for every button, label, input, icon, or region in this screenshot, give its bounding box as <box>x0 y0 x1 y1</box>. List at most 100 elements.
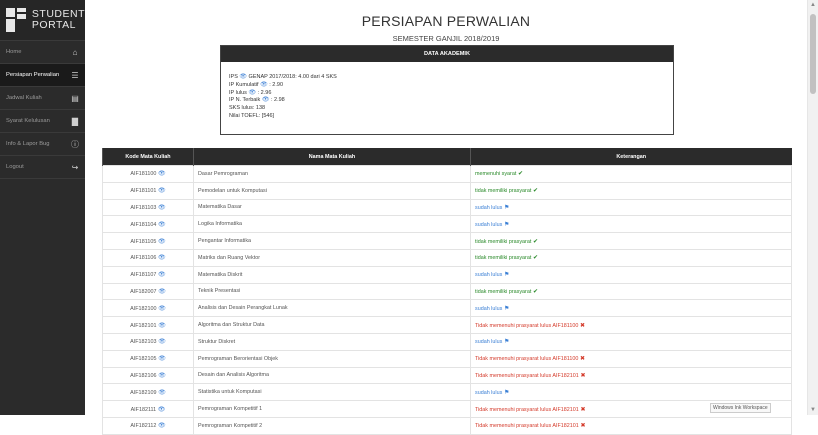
kode-text: AIF182007 <box>130 288 157 295</box>
kode-cell: AIF182109 👁 <box>102 383 194 402</box>
keterangan-text: memenuhi syarat <box>475 171 517 178</box>
keterangan-text: sudah lulus <box>475 389 503 396</box>
eye-icon[interactable]: 👁 <box>262 97 270 103</box>
cross-icon: ✖ <box>578 406 586 413</box>
kode-cell: AIF181103 👁 <box>102 198 194 217</box>
keterangan-text: Tidak memenuhi prasyarat lulus AIF181100 <box>475 322 579 329</box>
keterangan-cell: tidak memiliki prasyarat ✔ <box>470 282 792 301</box>
data-akademik-body: IPS 👁 GENAP 2017/2018: 4.00 dari 4 SKS I… <box>221 62 673 121</box>
eye-icon[interactable]: 👁 <box>260 82 268 88</box>
cross-icon: ✖ <box>578 372 586 379</box>
eye-icon[interactable]: 👁 <box>156 272 166 278</box>
cross-icon: ✖ <box>578 322 586 329</box>
eye-icon[interactable]: 👁 <box>157 323 166 329</box>
eye-icon[interactable]: 👁 <box>157 373 166 379</box>
ipk-label: IP Kumulatif <box>229 81 259 88</box>
eye-icon[interactable]: 👁 <box>157 390 166 396</box>
table-row: AIF181107 👁 Matematika Diskrit sudah lulus… <box>102 265 792 284</box>
scroll-thumb[interactable] <box>810 14 816 94</box>
eye-icon[interactable]: 👁 <box>157 356 166 362</box>
ips-label: IPS <box>229 74 238 80</box>
ipn-line: IP N. Terbaik 👁 : 2.98 <box>229 97 673 105</box>
sidebar-item-home[interactable]: Home ⌂ <box>0 41 85 64</box>
ipk-line: IP Kumulatif 👁 : 2.90 <box>229 82 673 90</box>
keterangan-text: Tidak memenuhi prasyarat lulus AIF182101 <box>475 372 579 379</box>
logo[interactable]: STUDENT PORTAL <box>0 0 85 41</box>
nama-cell: Pemrograman Kompetitif 2 <box>193 416 471 435</box>
keterangan-cell: sudah lulus ⚑ <box>470 299 792 318</box>
ipl-value: : 2.96 <box>257 89 272 96</box>
eye-icon[interactable]: 👁 <box>156 407 166 413</box>
eye-icon[interactable]: 👁 <box>156 423 166 429</box>
eye-icon[interactable]: 👁 <box>156 239 166 245</box>
sidebar-item-persiapan-perwalian[interactable]: Persiapan Perwalian ☰ <box>0 64 85 87</box>
book-icon: ▇ <box>71 116 79 126</box>
eye-icon[interactable]: 👁 <box>248 90 256 96</box>
keterangan-cell: tidak memiliki prasyarat ✔ <box>470 232 792 250</box>
list-icon: ☰ <box>71 70 79 80</box>
logo-text: STUDENT PORTAL <box>32 9 85 31</box>
table-row: AIF181106 👁 Matriks dan Ruang Vektor tidak… <box>102 248 792 267</box>
table-row: AIF181103 👁 Matematika Dasar sudah lulus ⚑ <box>102 198 792 217</box>
nama-cell: Analisis dan Desain Perangkat Lunak <box>193 299 471 318</box>
nama-cell: Teknik Presentasi <box>193 282 471 301</box>
kode-cell: AIF182112 👁 <box>102 416 194 435</box>
nama-cell: Dasar Pemrograman <box>193 165 471 183</box>
eye-icon[interactable]: 👁 <box>157 289 166 295</box>
ipn-label: IP N. Terbaik <box>229 97 261 104</box>
keterangan-cell: sudah lulus ⚑ <box>470 198 792 217</box>
kode-cell: AIF181104 👁 <box>102 215 194 234</box>
eye-icon[interactable]: 👁 <box>156 171 166 177</box>
scroll-down-icon[interactable]: ▼ <box>810 407 816 413</box>
data-akademik-panel: DATA AKADEMIK IPS 👁 GENAP 2017/2018: 4.0… <box>220 45 674 135</box>
kode-text: AIF181105 <box>130 238 157 245</box>
eye-icon[interactable]: 👁 <box>157 339 166 345</box>
kode-text: AIF181100 <box>130 171 157 178</box>
check-icon: ✔ <box>531 188 539 195</box>
sidebar-item-syarat-kelulusan[interactable]: Syarat Kelulusan ▇ <box>0 110 85 133</box>
sidebar-item-label: Logout <box>6 164 24 170</box>
keterangan-cell: tidak memiliki prasyarat ✔ <box>470 181 792 200</box>
nama-cell: Pengantar Informatika <box>193 232 471 250</box>
kode-text: AIF182103 <box>130 339 157 346</box>
keterangan-cell: Tidak memenuhi prasyarat lulus AIF181100… <box>470 316 792 334</box>
eye-icon[interactable]: 👁 <box>239 74 247 80</box>
kode-cell: AIF181105 👁 <box>102 232 194 250</box>
eye-icon[interactable]: 👁 <box>156 222 166 228</box>
kode-cell: AIF181100 👁 <box>102 165 194 183</box>
sidebar-item-logout[interactable]: Logout ↪ <box>0 156 85 179</box>
flag-icon: ⚑ <box>502 389 510 396</box>
windows-ink-tooltip: Windows Ink Workspace <box>710 403 771 413</box>
kode-text: AIF181104 <box>130 221 157 228</box>
sidebar-menu: Home ⌂ Persiapan Perwalian ☰ Jadwal Kuliah ▤ S… <box>0 41 85 179</box>
ipn-value: : 2.98 <box>270 97 285 104</box>
cross-icon: ✖ <box>578 423 586 430</box>
flag-icon: ⚑ <box>502 305 510 312</box>
keterangan-text: sudah lulus <box>475 204 503 211</box>
kode-text: AIF182101 <box>130 322 157 329</box>
cross-icon: ✖ <box>578 356 586 363</box>
kode-cell: AIF182106 👁 <box>102 366 194 385</box>
sidebar-item-info-lapor-bug[interactable]: Info & Lapor Bug ⓘ <box>0 133 85 156</box>
keterangan-cell: Tidak memenuhi prasyarat lulus AIF181100… <box>470 349 792 368</box>
eye-icon[interactable]: 👁 <box>157 306 166 312</box>
scrollbar[interactable]: ▲ ▼ <box>807 0 818 415</box>
sidebar-item-jadwal-kuliah[interactable]: Jadwal Kuliah ▤ <box>0 87 85 110</box>
keterangan-text: Tidak memenuhi prasyarat lulus AIF181100 <box>475 356 579 363</box>
kode-cell: AIF181106 👁 <box>102 248 194 267</box>
eye-icon[interactable]: 👁 <box>156 188 166 194</box>
mata-kuliah-table: Kode Mata Kuliah Nama Mata Kuliah Ketera… <box>102 148 792 435</box>
keterangan-cell: sudah lulus ⚑ <box>470 332 792 351</box>
nama-cell: Statistika untuk Komputasi <box>193 383 471 402</box>
keterangan-cell: tidak memiliki prasyarat ✔ <box>470 248 792 267</box>
check-icon: ✔ <box>531 255 539 262</box>
nama-cell: Pemrograman Berorientasi Objek <box>193 349 471 368</box>
page-subtitle: SEMESTER GANJIL 2018/2019 <box>392 34 500 43</box>
home-icon: ⌂ <box>72 47 78 57</box>
check-icon: ✔ <box>531 288 539 295</box>
scroll-up-icon[interactable]: ▲ <box>810 2 816 8</box>
eye-icon[interactable]: 👁 <box>156 255 166 261</box>
eye-icon[interactable]: 👁 <box>156 205 166 211</box>
sks-line: SKS lulus: 138 <box>229 105 266 112</box>
header-keterangan: Keterangan <box>470 148 792 166</box>
